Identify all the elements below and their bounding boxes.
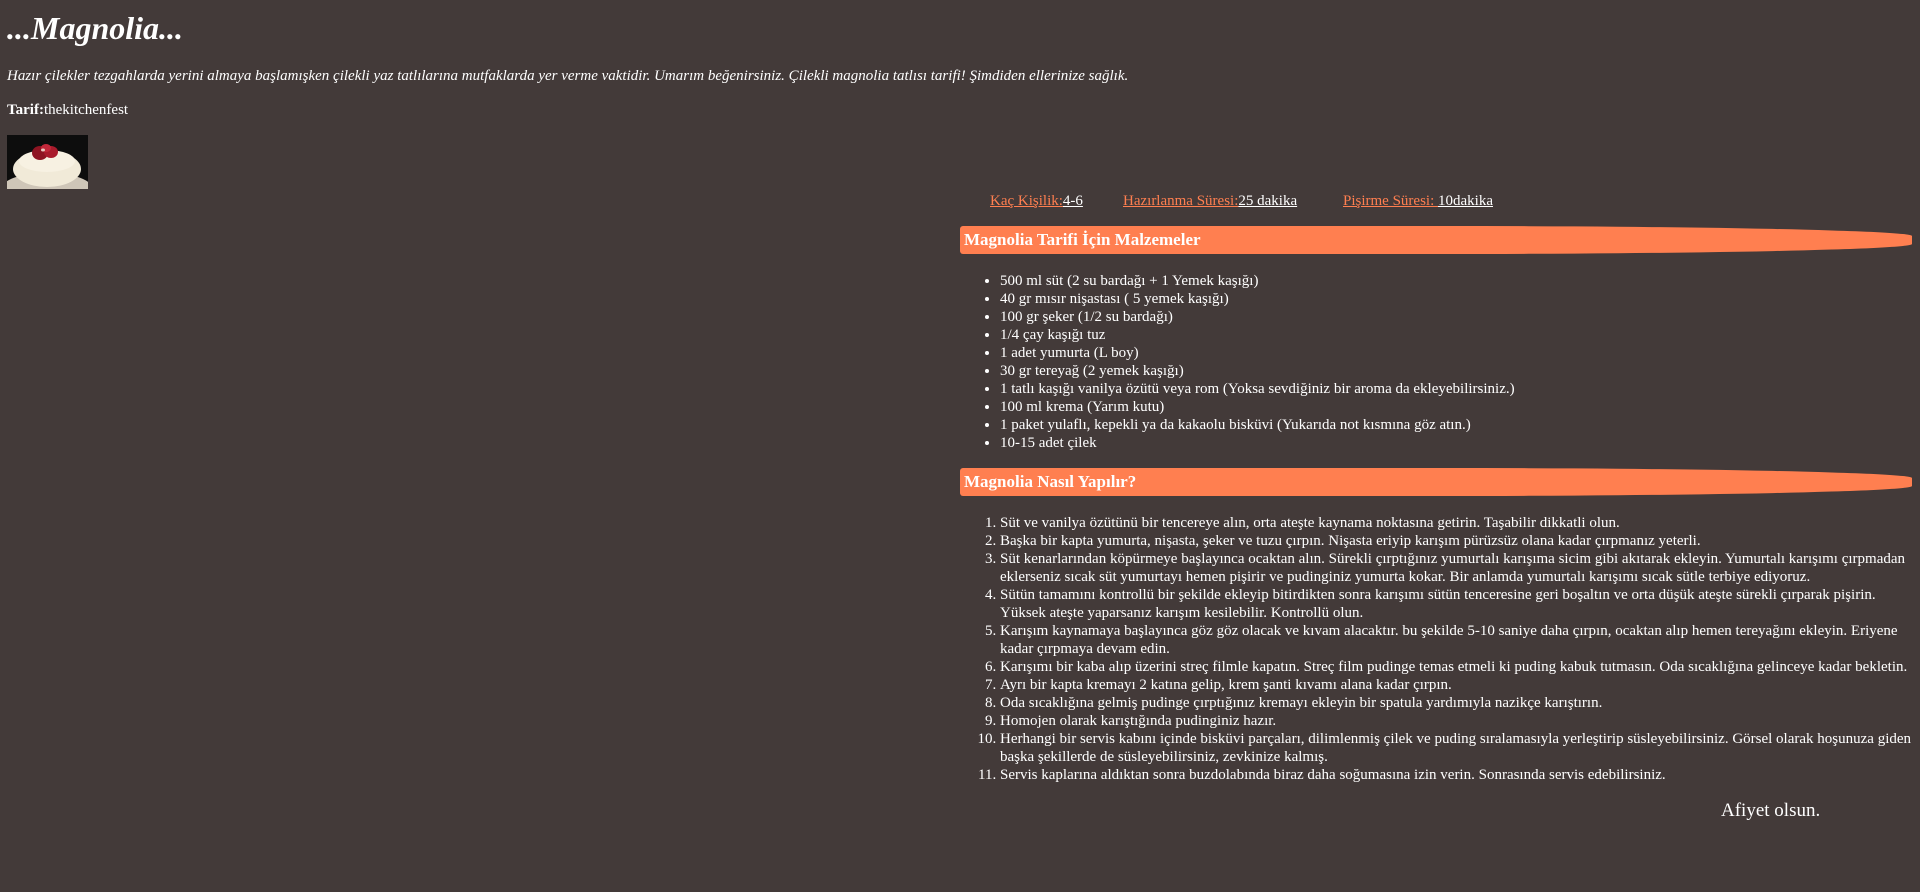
step-item: Homojen olarak karıştığında pudinginiz h… <box>1000 712 1912 730</box>
ingredients-heading: Magnolia Tarifi İçin Malzemeler <box>960 226 1912 254</box>
credit-label: Tarif: <box>7 102 44 118</box>
step-item: Servis kaplarına aldıktan sonra buzdolab… <box>1000 766 1912 784</box>
step-item: Sütün tamamını kontrollü bir şekilde ekl… <box>1000 586 1912 622</box>
step-item: Başka bir kapta yumurta, nişasta, şeker … <box>1000 532 1912 550</box>
recipe-meta: Kaç Kişilik:4-6 Hazırlanma Süresi:25 dak… <box>960 190 1912 212</box>
meta-cook-time: Pişirme Süresi: 10dakika <box>1343 190 1493 212</box>
prep-time-value: 25 dakika <box>1238 193 1298 209</box>
step-item: Karışımı bir kaba alıp üzerini streç fil… <box>1000 658 1912 676</box>
meta-prep-time: Hazırlanma Süresi:25 dakika <box>1123 190 1297 212</box>
step-item: Herhangi bir servis kabını içinde bisküv… <box>1000 730 1912 766</box>
ingredient-item: 100 ml krema (Yarım kutu) <box>1000 398 1912 416</box>
cook-time-label: Pişirme Süresi: <box>1343 193 1439 209</box>
ingredient-item: 500 ml süt (2 su bardağı + 1 Yemek kaşığ… <box>1000 272 1912 290</box>
cook-time-value: 10dakika <box>1438 193 1493 209</box>
recipe-page: ...Magnolia... Hazır çilekler tezgahlard… <box>0 0 1920 892</box>
steps-heading: Magnolia Nasıl Yapılır? <box>960 468 1912 496</box>
intro-text: Hazır çilekler tezgahlarda yerini almaya… <box>7 68 1129 84</box>
step-item: Ayrı bir kapta kremayı 2 katına gelip, k… <box>1000 676 1912 694</box>
prep-time-label: Hazırlanma Süresi: <box>1123 193 1239 209</box>
closing-text: Afiyet olsun. <box>1721 800 1821 821</box>
ingredient-item: 1 paket yulaflı, kepekli ya da kakaolu b… <box>1000 416 1912 434</box>
ingredients-list: 500 ml süt (2 su bardağı + 1 Yemek kaşığ… <box>960 272 1912 452</box>
ingredient-item: 1 adet yumurta (L boy) <box>1000 344 1912 362</box>
meta-servings: Kaç Kişilik:4-6 <box>990 190 1083 212</box>
page-title: ...Magnolia... <box>7 10 184 46</box>
credit-source: thekitchenfest <box>43 102 129 118</box>
step-item: Karışım kaynamaya başlayınca göz göz ola… <box>1000 622 1912 658</box>
ingredient-item: 30 gr tereyağ (2 yemek kaşığı) <box>1000 362 1912 380</box>
servings-label: Kaç Kişilik: <box>990 193 1063 209</box>
steps-list: Süt ve vanilya özütünü bir tencereye alı… <box>960 514 1912 784</box>
recipe-content: Kaç Kişilik:4-6 Hazırlanma Süresi:25 dak… <box>960 190 1912 822</box>
step-item: Süt ve vanilya özütünü bir tencereye alı… <box>1000 514 1912 532</box>
recipe-credit: Tarif:thekitchenfest <box>7 101 128 119</box>
servings-value: 4-6 <box>1062 193 1083 209</box>
ingredient-item: 10-15 adet çilek <box>1000 434 1912 452</box>
magnolia-dessert-image[interactable] <box>7 135 88 189</box>
step-item: Oda sıcaklığına gelmiş pudinge çırptığın… <box>1000 694 1912 712</box>
step-item: Süt kenarlarından köpürmeye başlayınca o… <box>1000 550 1912 586</box>
ingredient-item: 40 gr mısır nişastası ( 5 yemek kaşığı) <box>1000 290 1912 308</box>
ingredient-item: 1 tatlı kaşığı vanilya özütü veya rom (Y… <box>1000 380 1912 398</box>
ingredient-item: 100 gr şeker (1/2 su bardağı) <box>1000 308 1912 326</box>
ingredient-item: 1/4 çay kaşığı tuz <box>1000 326 1912 344</box>
